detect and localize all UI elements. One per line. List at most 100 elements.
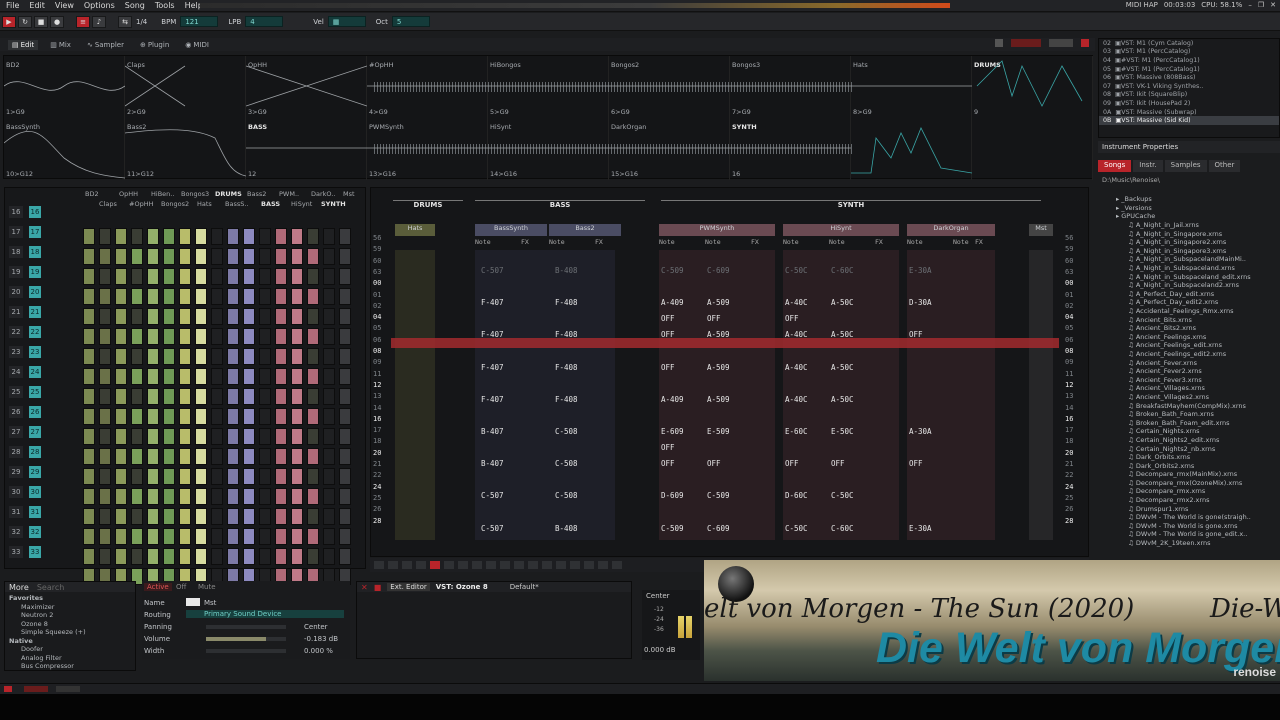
matrix-slot[interactable]: [275, 368, 287, 385]
matrix-slot[interactable]: [99, 288, 111, 305]
pattern-note[interactable]: E-30A: [909, 266, 932, 275]
maximize-icon[interactable]: ❐: [1258, 1, 1264, 9]
matrix-slot[interactable]: [99, 408, 111, 425]
pattern-note[interactable]: C-50C: [785, 266, 808, 275]
matrix-slot[interactable]: [307, 288, 319, 305]
matrix-slot[interactable]: [307, 448, 319, 465]
file-item[interactable]: ♫ Dark_Orbits.xrns: [1098, 453, 1258, 462]
sequence-row[interactable]: 18 18: [9, 242, 61, 262]
pattern-number[interactable]: 18: [29, 246, 41, 258]
oct-value[interactable]: 5: [391, 16, 430, 27]
matrix-slot[interactable]: [211, 248, 223, 265]
pattern-note[interactable]: A-40C: [785, 298, 808, 307]
pattern-note[interactable]: C-60C: [831, 266, 854, 275]
matrix-slot[interactable]: [323, 488, 335, 505]
toolbar-button[interactable]: [374, 561, 384, 569]
matrix-slot[interactable]: [307, 328, 319, 345]
pattern-number[interactable]: 32: [29, 526, 41, 538]
pattern-note[interactable]: F-407: [481, 298, 504, 307]
file-item[interactable]: ♫ DWvM_2K_19teen.xrns: [1098, 539, 1258, 548]
pattern-note[interactable]: C-508: [555, 459, 578, 468]
matrix-track-header[interactable]: DarkO..: [311, 190, 335, 198]
matrix-slot[interactable]: [323, 368, 335, 385]
file-item[interactable]: ♫ Accidental_Feelings_Rmx.xrns: [1098, 307, 1258, 316]
matrix-slot[interactable]: [211, 348, 223, 365]
lpb-value[interactable]: 4: [245, 16, 284, 27]
file-item[interactable]: ♫ Ancient_Villages2.xrns: [1098, 393, 1258, 402]
minimize-icon[interactable]: –: [1248, 1, 1252, 9]
matrix-slot[interactable]: [243, 488, 255, 505]
matrix-slot[interactable]: [275, 448, 287, 465]
pattern-note[interactable]: A-50C: [831, 363, 854, 372]
matrix-slot[interactable]: [211, 308, 223, 325]
file-item[interactable]: ♫ A_Night_in_Subspaceland_edit.xrns: [1098, 272, 1258, 281]
file-item[interactable]: ♫ A_Night_in_Singapore3.xrns: [1098, 247, 1258, 256]
matrix-slot[interactable]: [243, 228, 255, 245]
matrix-track-header[interactable]: #OpHH: [129, 200, 153, 208]
pattern-note[interactable]: D-609: [661, 491, 684, 500]
file-item[interactable]: ♫ Ancient_Fever.xrns: [1098, 358, 1258, 367]
pattern-note[interactable]: C-508: [555, 427, 578, 436]
matrix-slot[interactable]: [147, 488, 159, 505]
pattern-note[interactable]: A-509: [707, 395, 730, 404]
matrix-slot[interactable]: [259, 548, 271, 565]
matrix-slot[interactable]: [227, 288, 239, 305]
matrix-slot[interactable]: [131, 528, 143, 545]
matrix-slot[interactable]: [179, 488, 191, 505]
matrix-slot[interactable]: [259, 228, 271, 245]
matrix-slot[interactable]: [83, 388, 95, 405]
matrix-slot[interactable]: [195, 488, 207, 505]
pattern-note[interactable]: A-30A: [909, 427, 932, 436]
matrix-slot[interactable]: [211, 368, 223, 385]
matrix-slot[interactable]: [227, 448, 239, 465]
matrix-slot[interactable]: [259, 368, 271, 385]
matrix-slot[interactable]: [131, 248, 143, 265]
matrix-slot[interactable]: [243, 388, 255, 405]
matrix-slot[interactable]: [323, 308, 335, 325]
matrix-slot[interactable]: [307, 348, 319, 365]
matrix-slot[interactable]: [275, 408, 287, 425]
matrix-slot[interactable]: [195, 468, 207, 485]
matrix-track-header[interactable]: HiSynt: [291, 200, 312, 208]
matrix-slot[interactable]: [259, 248, 271, 265]
file-item[interactable]: ♫ Certain_Nights2_nb.xrns: [1098, 444, 1258, 453]
sequence-row[interactable]: 28 28: [9, 442, 61, 462]
track-header[interactable]: HiSynt: [783, 224, 899, 236]
matrix-slot[interactable]: [259, 528, 271, 545]
matrix-slot[interactable]: [131, 348, 143, 365]
matrix-track-header[interactable]: Bongos2: [161, 200, 189, 208]
matrix-slot[interactable]: [131, 288, 143, 305]
instrument-item[interactable]: 03 ▣ VST: M1 (PercCatalog): [1099, 48, 1279, 57]
matrix-slot[interactable]: [291, 368, 303, 385]
pattern-number[interactable]: 22: [29, 326, 41, 338]
matrix-slot[interactable]: [275, 288, 287, 305]
matrix-slot[interactable]: [259, 468, 271, 485]
matrix-slot[interactable]: [243, 248, 255, 265]
pattern-note[interactable]: B-408: [555, 266, 578, 275]
width-slider[interactable]: [206, 649, 286, 653]
track-header[interactable]: DarkOrgan: [907, 224, 995, 236]
matrix-slot[interactable]: [339, 528, 351, 545]
toolbar-button[interactable]: [542, 561, 552, 569]
scope-mode-icon[interactable]: [1011, 39, 1041, 47]
matrix-slot[interactable]: [147, 368, 159, 385]
matrix-slot[interactable]: [195, 328, 207, 345]
matrix-track-header[interactable]: OpHH: [119, 190, 138, 198]
matrix-track-header[interactable]: Bass2: [247, 190, 266, 198]
panning-slider[interactable]: [206, 625, 286, 629]
matrix-slot[interactable]: [275, 548, 287, 565]
matrix-slot[interactable]: [243, 548, 255, 565]
matrix-slot[interactable]: [323, 528, 335, 545]
matrix-slot[interactable]: [131, 468, 143, 485]
matrix-slot[interactable]: [115, 468, 127, 485]
pattern-note[interactable]: A-509: [707, 298, 730, 307]
pattern-note[interactable]: C-509: [707, 491, 730, 500]
matrix-track-header[interactable]: DRUMS: [215, 190, 242, 198]
matrix-track-header[interactable]: SYNTH: [321, 200, 346, 208]
pattern-number[interactable]: 20: [29, 286, 41, 298]
matrix-slot[interactable]: [339, 288, 351, 305]
pattern-note[interactable]: D-60C: [785, 491, 808, 500]
record-button[interactable]: ●: [50, 15, 64, 28]
matrix-track-header[interactable]: BassS..: [225, 200, 248, 208]
matrix-track-header[interactable]: Claps: [99, 200, 117, 208]
